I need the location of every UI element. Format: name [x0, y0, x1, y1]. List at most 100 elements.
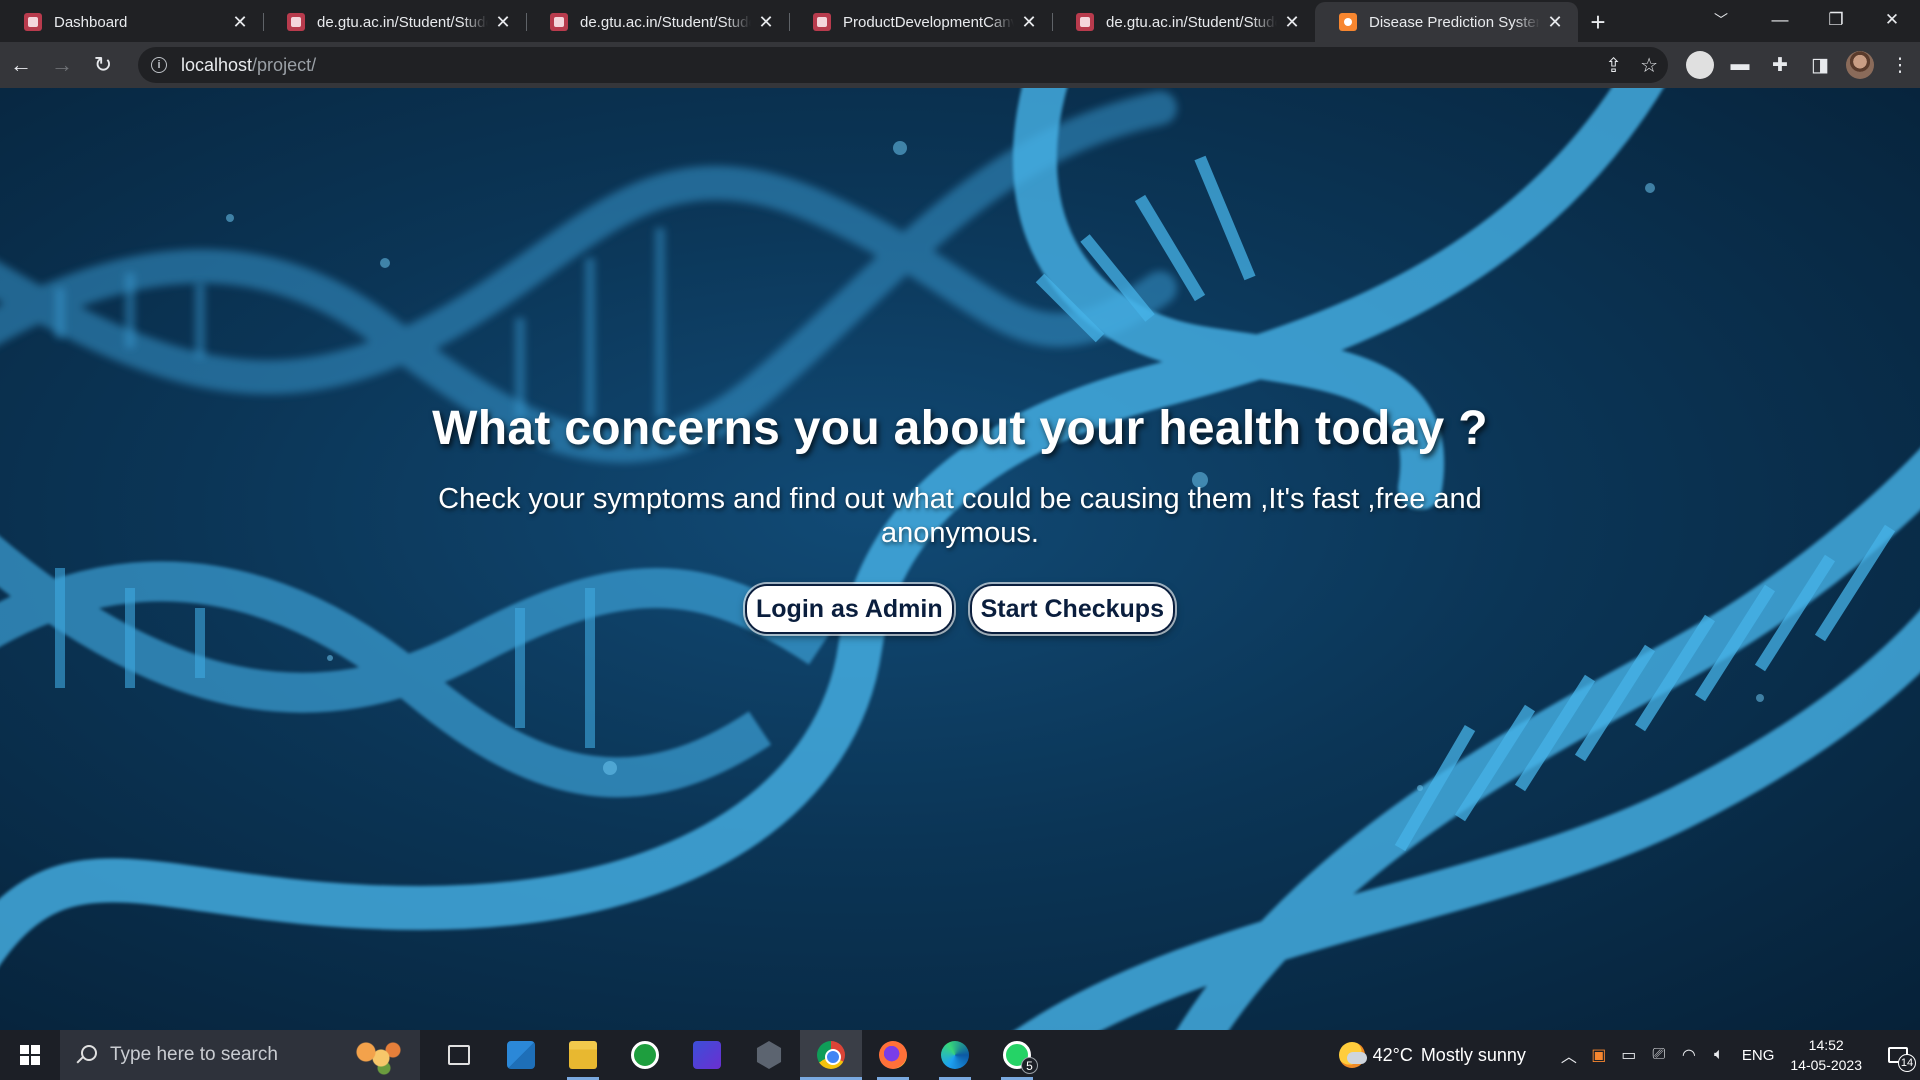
- site-favicon-icon: [550, 13, 568, 31]
- action-center-button[interactable]: 14: [1876, 1030, 1920, 1080]
- edge-app-button[interactable]: [924, 1030, 986, 1080]
- site-favicon-icon: [1076, 13, 1094, 31]
- windows-taskbar: Type here to search 5 42°C Mostly sunny …: [0, 1030, 1920, 1080]
- close-tab-icon[interactable]: ✕: [494, 12, 512, 33]
- tab-strip: Dashboard ✕ de.gtu.ac.in/Student/Studen …: [0, 0, 1920, 42]
- xampp-favicon-icon: [1339, 13, 1357, 31]
- clock-date: 14-05-2023: [1790, 1057, 1862, 1073]
- close-tab-icon[interactable]: ✕: [757, 12, 775, 33]
- tab-product-canvas[interactable]: ProductDevelopmentCanva ✕: [789, 2, 1052, 42]
- show-hidden-icons-chevron-icon[interactable]: ︿: [1554, 1043, 1584, 1067]
- tab-gtu-3[interactable]: de.gtu.ac.in/Student/Studen ✕: [1052, 2, 1315, 42]
- volume-icon[interactable]: 🔈︎: [1704, 1046, 1734, 1064]
- whatsapp-unread-badge: 5: [1021, 1057, 1038, 1074]
- site-favicon-icon: [24, 13, 42, 31]
- search-icon: [76, 1045, 97, 1065]
- tab-dashboard[interactable]: Dashboard ✕: [0, 2, 263, 42]
- edge-icon: [941, 1041, 969, 1069]
- mail-icon: [507, 1041, 535, 1069]
- close-tab-icon[interactable]: ✕: [231, 12, 249, 33]
- weather-text: Mostly sunny: [1420, 1044, 1526, 1065]
- firefox-icon: [879, 1041, 907, 1069]
- extension-dark-icon[interactable]: ▬: [1720, 45, 1760, 85]
- side-panel-icon[interactable]: ◨: [1800, 45, 1840, 85]
- search-highlight-flower-icon: [348, 1036, 408, 1076]
- start-checkups-button[interactable]: Start Checkups: [969, 584, 1175, 634]
- clock-time: 14:52: [1808, 1037, 1844, 1053]
- close-tab-icon[interactable]: ✕: [1546, 12, 1564, 33]
- profile-avatar[interactable]: [1846, 51, 1874, 79]
- restore-icon[interactable]: ❐: [1808, 0, 1864, 40]
- page-viewport: What concerns you about your health toda…: [0, 88, 1920, 1030]
- site-favicon-icon: [813, 13, 831, 31]
- tab-search-chevron-icon[interactable]: ﹀: [1698, 0, 1744, 40]
- address-bar[interactable]: i localhost/project/ ⇪ ☆: [138, 47, 1668, 83]
- weather-temp: 42°C: [1372, 1044, 1413, 1065]
- tab-disease-prediction[interactable]: Disease Prediction System ✕: [1315, 2, 1578, 42]
- xampp-tray-icon[interactable]: ▣: [1584, 1045, 1614, 1065]
- tab-title: Dashboard: [54, 13, 128, 31]
- file-explorer-button[interactable]: [552, 1030, 614, 1080]
- windows-logo-icon: [20, 1045, 40, 1065]
- partly-sunny-icon: [1338, 1042, 1367, 1068]
- hero-section: What concerns you about your health toda…: [0, 88, 1920, 1030]
- site-info-icon[interactable]: i: [151, 57, 167, 73]
- tab-title: de.gtu.ac.in/Student/Studen: [1106, 13, 1277, 31]
- task-view-icon: [448, 1045, 470, 1065]
- page-subheading: Check your symptoms and find out what co…: [438, 483, 1482, 549]
- folder-icon: [569, 1041, 597, 1069]
- forward-arrow-icon[interactable]: →: [42, 45, 82, 85]
- battery-icon[interactable]: ▭: [1614, 1045, 1644, 1065]
- close-window-icon[interactable]: ✕: [1864, 0, 1920, 40]
- pinned-apps: 5: [428, 1030, 1048, 1080]
- url-path: /project/: [252, 54, 317, 75]
- login-as-admin-button[interactable]: Login as Admin: [745, 584, 954, 634]
- wifi-icon[interactable]: ◠: [1674, 1045, 1704, 1065]
- chrome-app-button[interactable]: [800, 1030, 862, 1080]
- tab-title: Disease Prediction System: [1369, 13, 1540, 31]
- notification-count: 14: [1898, 1054, 1916, 1072]
- task-view-button[interactable]: [428, 1030, 490, 1080]
- puzzle-extensions-icon[interactable]: ✚: [1760, 45, 1800, 85]
- tab-gtu-2[interactable]: de.gtu.ac.in/Student/Studen ✕: [526, 2, 789, 42]
- url-text[interactable]: localhost/project/: [181, 55, 316, 76]
- tab-title: de.gtu.ac.in/Student/Studen: [580, 13, 751, 31]
- new-tab-button[interactable]: +: [1578, 2, 1618, 42]
- extension-circle-icon[interactable]: [1686, 51, 1714, 79]
- extension-area: ▬ ✚ ◨ ⋮: [1680, 42, 1920, 88]
- hexagon-app-icon: [756, 1041, 782, 1069]
- close-tab-icon[interactable]: ✕: [1283, 12, 1301, 33]
- system-tray: 42°C Mostly sunny ︿ ▣ ▭ ⎚ ◠ 🔈︎ ENG 14:52…: [1338, 1030, 1920, 1080]
- search-placeholder: Type here to search: [110, 1044, 278, 1065]
- window-controls: — ❐ ✕: [1752, 0, 1920, 40]
- back-arrow-icon[interactable]: ←: [1, 45, 41, 85]
- firefox-app-button[interactable]: [862, 1030, 924, 1080]
- xbox-icon: [631, 1041, 659, 1069]
- start-button[interactable]: [0, 1030, 60, 1080]
- editor-app-button[interactable]: [676, 1030, 738, 1080]
- input-language[interactable]: ENG: [1742, 1047, 1775, 1064]
- site-favicon-icon: [287, 13, 305, 31]
- editor-app-icon: [693, 1041, 721, 1069]
- tab-title: de.gtu.ac.in/Student/Studen: [317, 13, 488, 31]
- reload-icon[interactable]: ↻: [83, 45, 123, 85]
- omnibox-actions: ⇪ ☆: [1605, 47, 1658, 83]
- close-tab-icon[interactable]: ✕: [1020, 12, 1038, 33]
- share-icon[interactable]: ⇪: [1605, 53, 1622, 78]
- tab-gtu-1[interactable]: de.gtu.ac.in/Student/Studen ✕: [263, 2, 526, 42]
- hero-buttons: Login as Admin Start Checkups: [745, 584, 1175, 634]
- meet-now-icon[interactable]: ⎚: [1644, 1046, 1674, 1064]
- mail-app-button[interactable]: [490, 1030, 552, 1080]
- kebab-menu-icon[interactable]: ⋮: [1880, 45, 1920, 85]
- minimize-icon[interactable]: —: [1752, 0, 1808, 40]
- whatsapp-app-button[interactable]: 5: [986, 1030, 1048, 1080]
- weather-widget[interactable]: 42°C Mostly sunny: [1338, 1042, 1526, 1068]
- url-host: localhost: [181, 54, 253, 75]
- page-heading: What concerns you about your health toda…: [432, 402, 1488, 455]
- taskbar-search-box[interactable]: Type here to search: [60, 1030, 420, 1080]
- taskbar-clock[interactable]: 14:52 14-05-2023: [1790, 1035, 1862, 1075]
- hex-app-button[interactable]: [738, 1030, 800, 1080]
- xbox-app-button[interactable]: [614, 1030, 676, 1080]
- bookmark-star-icon[interactable]: ☆: [1640, 53, 1658, 78]
- chrome-icon: [817, 1041, 845, 1069]
